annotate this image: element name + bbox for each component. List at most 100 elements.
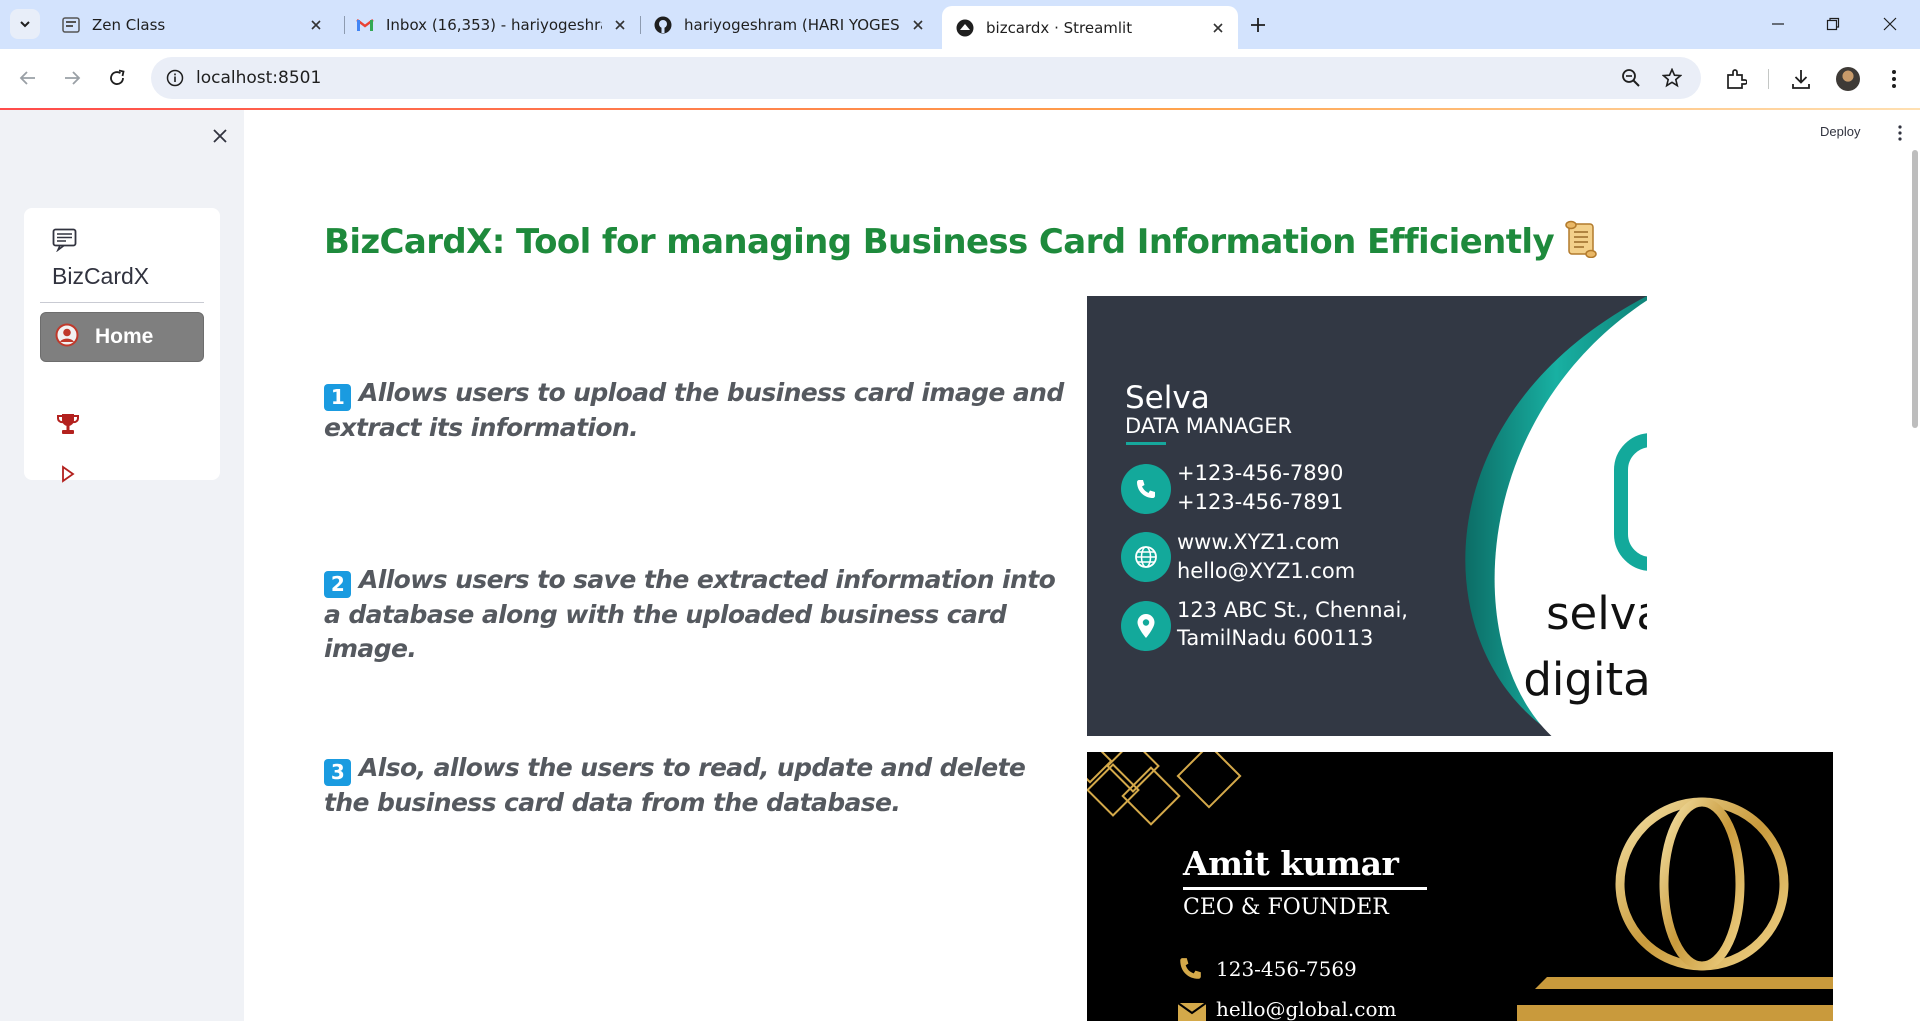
- instagram-icon: [1614, 433, 1647, 571]
- page-title: BizCardX: Tool for managing Business Car…: [324, 220, 1600, 267]
- tab-search-button[interactable]: [10, 9, 40, 39]
- toolbar-divider: [1768, 69, 1769, 89]
- streamlit-icon: [956, 19, 974, 37]
- card2-email: hello@global.com: [1216, 997, 1397, 1021]
- feature-text: Also, allows the users to read, update a…: [324, 753, 1026, 817]
- bookmark-star-icon[interactable]: [1660, 66, 1684, 90]
- card2-name: Amit kumar: [1183, 844, 1399, 883]
- forward-button[interactable]: [57, 63, 87, 93]
- business-card-image-2: Amit kumar CEO & FOUNDER 123-456-7569 he…: [1087, 752, 1833, 1021]
- person-circle-icon: [55, 323, 79, 351]
- play-icon: [62, 465, 75, 483]
- card1-address-2: TamilNadu 600113: [1177, 626, 1374, 650]
- feature-item-2: 2 Allows users to save the extracted info…: [324, 563, 1064, 666]
- card1-phone-1: +123-456-7890: [1177, 461, 1344, 485]
- globe-icon: [1615, 797, 1789, 971]
- sidebar-item-label: Home: [95, 325, 154, 348]
- tab-title: Zen Class: [92, 15, 166, 34]
- url-text: localhost:8501: [196, 68, 322, 88]
- arrow-right-icon: [65, 71, 81, 85]
- card1-email: hello@XYZ1.com: [1177, 559, 1356, 583]
- deploy-button[interactable]: Deploy: [1820, 124, 1860, 139]
- download-icon[interactable]: [1787, 65, 1815, 93]
- sidebar-close-button[interactable]: [208, 124, 232, 148]
- top-decoration-line: [0, 108, 1920, 110]
- browser-tab-bar: Zen Class Inbox (16,353) - hariyogeshram…: [0, 0, 1920, 49]
- gold-stripes-decoration: [1517, 977, 1833, 1021]
- profile-avatar[interactable]: [1836, 67, 1860, 91]
- tab-gmail[interactable]: Inbox (16,353) - hariyogeshram: [342, 7, 640, 42]
- tab-github[interactable]: hariyogeshram (HARI YOGESH: [640, 7, 938, 42]
- feature-text: Allows users to save the extracted infor…: [324, 565, 1056, 663]
- card1-role: DATA MANAGER: [1125, 414, 1293, 438]
- feature-item-3: 3 Also, allows the users to read, update …: [324, 751, 1064, 820]
- sidebar-item-trophy[interactable]: [54, 410, 82, 438]
- tab-title: hariyogeshram (HARI YOGESH: [684, 15, 900, 34]
- restore-icon: [1826, 17, 1840, 31]
- mail-icon: [1177, 1002, 1207, 1021]
- tab-title: bizcardx · Streamlit: [986, 18, 1133, 37]
- address-bar[interactable]: localhost:8501: [151, 57, 1701, 99]
- plus-icon: [1251, 18, 1265, 32]
- card1-website: www.XYZ1.com: [1177, 530, 1340, 554]
- zoom-icon[interactable]: [1619, 66, 1643, 90]
- restore-button[interactable]: [1813, 9, 1853, 39]
- close-window-button[interactable]: [1870, 9, 1910, 39]
- brand-line-2: digitals: [1523, 653, 1647, 706]
- number-2-badge: 2: [324, 571, 351, 598]
- close-icon[interactable]: [908, 15, 928, 35]
- close-icon[interactable]: [1208, 18, 1228, 38]
- main-scrollbar[interactable]: [1912, 150, 1918, 428]
- arrow-left-icon: [19, 71, 35, 85]
- brand-line-1: selva: [1546, 587, 1647, 640]
- location-pin-icon: [1121, 601, 1171, 651]
- card-list-icon: [52, 228, 78, 256]
- browser-menu-icon[interactable]: [1880, 65, 1908, 93]
- diamond-pattern-decoration: [1087, 752, 1242, 826]
- tab-zen-class[interactable]: Zen Class: [48, 7, 336, 42]
- card1-phone-2: +123-456-7891: [1177, 490, 1344, 514]
- page-title-text: BizCardX: Tool for managing Business Car…: [324, 222, 1555, 262]
- minimize-icon: [1772, 23, 1784, 25]
- zen-class-icon: [62, 16, 80, 34]
- feature-text: Allows users to upload the business card…: [324, 378, 1064, 442]
- number-1-badge: 1: [324, 384, 351, 411]
- site-info-icon[interactable]: [163, 66, 187, 90]
- github-icon: [654, 16, 672, 34]
- card1-name: Selva: [1125, 380, 1210, 416]
- globe-icon: [1121, 532, 1171, 582]
- reload-button[interactable]: [102, 63, 132, 93]
- card1-address-1: 123 ABC St., Chennai,: [1177, 598, 1408, 622]
- scroll-icon: [1564, 220, 1600, 267]
- new-tab-button[interactable]: [1245, 12, 1271, 38]
- reload-icon: [110, 69, 125, 85]
- menu-title: BizCardX: [52, 263, 150, 289]
- minimize-button[interactable]: [1758, 9, 1798, 39]
- browser-toolbar: localhost:8501: [0, 49, 1920, 108]
- close-icon[interactable]: [306, 15, 326, 35]
- trophy-icon: [57, 414, 79, 434]
- menu-divider: [40, 302, 204, 303]
- sidebar: BizCardX Home: [0, 110, 244, 1021]
- card2-role: CEO & FOUNDER: [1183, 895, 1389, 920]
- business-card-image-1: Selva DATA MANAGER +123-456-7890 +123-45…: [1087, 296, 1647, 736]
- card1-brand: selva digitals: [1523, 581, 1647, 713]
- tab-title: Inbox (16,353) - hariyogeshram: [386, 15, 602, 34]
- close-icon: [213, 129, 227, 143]
- tab-streamlit[interactable]: bizcardx · Streamlit: [942, 6, 1238, 49]
- extensions-icon[interactable]: [1722, 65, 1750, 93]
- card2-phone: 123-456-7569: [1216, 957, 1357, 981]
- card1-underline: [1126, 442, 1166, 445]
- app-menu-icon[interactable]: [1893, 122, 1907, 144]
- card2-underline: [1183, 887, 1427, 890]
- close-icon: [1883, 17, 1897, 31]
- back-button[interactable]: [13, 63, 43, 93]
- sidebar-item-play[interactable]: [54, 460, 82, 488]
- number-3-badge: 3: [324, 759, 351, 786]
- phone-icon: [1177, 955, 1203, 987]
- close-icon[interactable]: [610, 15, 630, 35]
- gmail-icon: [356, 16, 374, 34]
- sidebar-item-home[interactable]: Home: [40, 312, 204, 362]
- feature-item-1: 1 Allows users to upload the business car…: [324, 376, 1064, 445]
- option-menu: BizCardX Home: [24, 208, 220, 483]
